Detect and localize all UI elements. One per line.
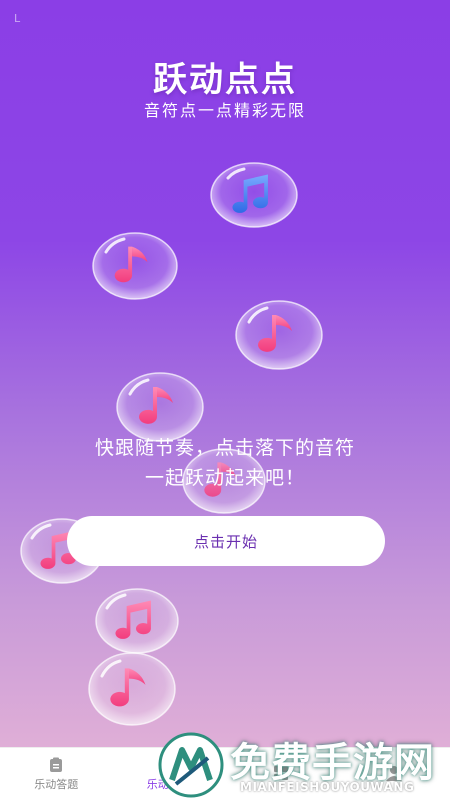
status-bar-mark: L	[14, 12, 21, 25]
nav-item-quiz[interactable]: 乐动答题	[0, 757, 113, 792]
pink-note-bubble[interactable]	[92, 232, 178, 300]
clipboard-icon	[50, 757, 63, 772]
watermark: 免费手游网 MIANFEISHOUYOUWANG	[158, 730, 450, 800]
pink-double-note-bubble[interactable]	[95, 588, 179, 654]
page-title: 跃动点点	[153, 60, 297, 100]
page-subtitle: 音符点一点精彩无限	[143, 101, 306, 120]
instruction-line-1: 快跟随节奏，点击落下的音符	[94, 437, 355, 459]
instruction-text: 快跟随节奏，点击落下的音符 一起跃动起来吧！	[0, 433, 450, 493]
watermark-subtitle: MIANFEISHOUYOUWANG	[240, 780, 415, 794]
blue-double-note-bubble[interactable]	[210, 162, 298, 228]
start-button[interactable]: 点击开始	[67, 516, 385, 566]
nav-item-label: 乐动答题	[34, 777, 79, 791]
watermark-logo-icon	[158, 732, 224, 798]
instruction-line-2: 一起跃动起来吧！	[144, 467, 305, 489]
pink-note-bubble[interactable]	[235, 300, 323, 370]
pink-note-bubble[interactable]	[88, 652, 176, 726]
pink-note-bubble[interactable]	[116, 372, 204, 442]
